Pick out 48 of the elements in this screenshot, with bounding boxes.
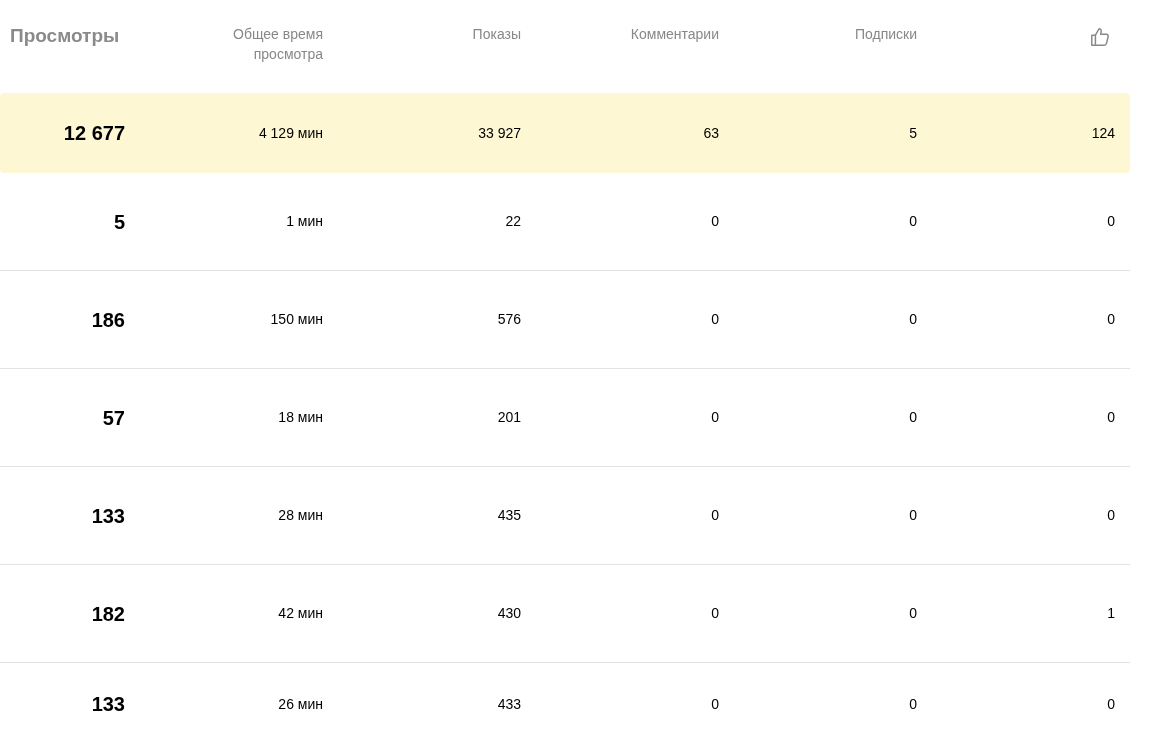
column-header[interactable]: Просмотры <box>10 24 120 48</box>
column-header[interactable]: Подписки <box>854 24 917 44</box>
table-cell-text: 0 <box>1106 694 1115 714</box>
table-cell-text: 63 <box>702 123 719 143</box>
column-header[interactable]: Общее время просмотра <box>213 24 323 64</box>
table-cell-text: 0 <box>1106 310 1115 329</box>
thumbs-up-icon[interactable] <box>1089 26 1111 48</box>
table-cell-text: 1 <box>1106 604 1115 623</box>
table-cell-text: 0 <box>1106 408 1115 427</box>
table-cell-text: 12 677 <box>62 121 125 146</box>
table-cell-text: 0 <box>908 310 917 329</box>
table-cell-text: 124 <box>1090 123 1115 143</box>
table-cell-text: 0 <box>710 310 719 329</box>
table-cell-text: 0 <box>908 212 917 231</box>
table-cell-text: 433 <box>496 694 521 714</box>
table-cell-text: 0 <box>710 604 719 623</box>
table-cell-text: 5 <box>908 123 917 143</box>
table-cell-text: 182 <box>90 601 125 627</box>
table-cell-text: 5 <box>112 209 125 235</box>
table-cell-text: 33 927 <box>477 123 521 143</box>
table-cell-text: 0 <box>710 212 719 231</box>
table-cell-text: 18 мин <box>277 408 323 427</box>
table-cell-text: 0 <box>908 694 917 714</box>
table-cell-text: 42 мин <box>277 604 323 623</box>
table-cell-text: 26 мин <box>277 694 323 714</box>
table-cell-text: 0 <box>710 694 719 714</box>
table-cell-text: 0 <box>710 506 719 525</box>
table-cell-text: 435 <box>496 506 521 525</box>
table-cell-text: 201 <box>496 408 521 427</box>
table-cell-text: 430 <box>496 604 521 623</box>
table-cell-text: 133 <box>90 503 125 529</box>
table-cell-text: 0 <box>908 604 917 623</box>
table-cell-text: 1 мин <box>285 212 323 231</box>
table-cell-text: 186 <box>90 307 125 333</box>
table-cell-text: 0 <box>908 408 917 427</box>
table-cell-text: 133 <box>90 692 125 717</box>
table-cell-text: 57 <box>101 405 125 431</box>
table-cell-text: 0 <box>1106 212 1115 231</box>
table-cell-text: 0 <box>908 506 917 525</box>
table-cell-text: 0 <box>710 408 719 427</box>
table-cell-text: 150 мин <box>269 310 323 329</box>
table-cell-text: 0 <box>1106 506 1115 525</box>
column-header[interactable]: Комментарии <box>630 24 719 44</box>
table-cell-text: 576 <box>496 310 521 329</box>
table-cell-text: 28 мин <box>277 506 323 525</box>
table-cell-text: 4 129 мин <box>257 123 323 143</box>
column-header[interactable]: Показы <box>472 24 521 44</box>
table-cell-text: 22 <box>504 212 521 231</box>
